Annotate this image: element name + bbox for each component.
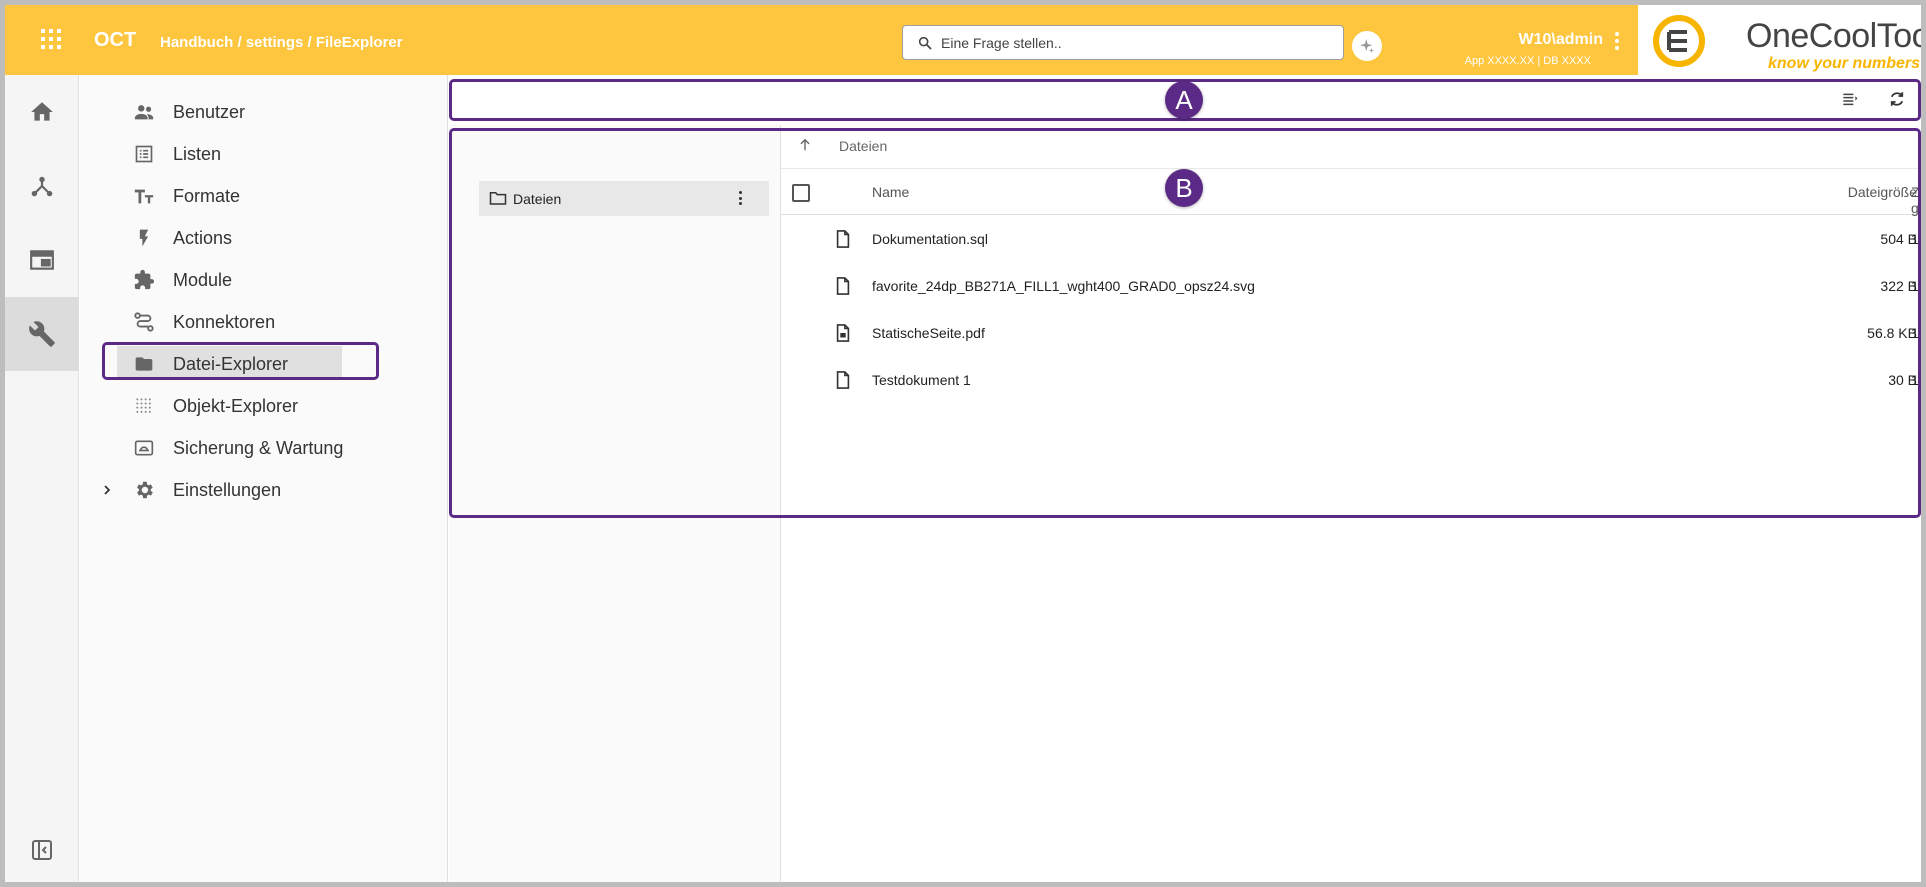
sidebar-item-module[interactable]: Module <box>80 260 448 300</box>
sidebar-item-benutzer[interactable]: Benutzer <box>80 92 448 132</box>
sidebar-item-formate[interactable]: Formate <box>80 176 448 216</box>
marker-a: A <box>1165 81 1203 119</box>
ai-assistant-button[interactable] <box>1352 31 1382 61</box>
apps-grid-icon[interactable] <box>41 29 61 49</box>
bolt-icon <box>132 226 156 250</box>
rail-home[interactable] <box>5 75 79 149</box>
app-window: OCT Handbuch / settings / FileExplorer W… <box>0 0 1926 887</box>
list-icon <box>132 142 156 166</box>
rail-layout[interactable] <box>5 223 79 297</box>
sidebar-item-label: Konnektoren <box>173 311 276 332</box>
search-input[interactable] <box>941 32 1331 54</box>
rail-hierarchy[interactable] <box>5 149 79 223</box>
highlight-datei-explorer <box>102 342 379 380</box>
sidebar-item-sicherung[interactable]: Sicherung & Wartung <box>80 428 448 468</box>
sidebar-item-listen[interactable]: Listen <box>80 134 448 174</box>
user-name[interactable]: W10\admin <box>1519 31 1603 49</box>
panel-collapse-icon <box>32 840 52 860</box>
text-format-icon <box>132 184 156 208</box>
users-icon <box>132 100 156 124</box>
rail-settings[interactable] <box>5 297 79 371</box>
sparkle-icon <box>1360 39 1374 53</box>
wrench-icon <box>29 321 55 347</box>
chevron-right-icon[interactable] <box>99 482 115 498</box>
sidebar-item-label: Module <box>173 269 233 290</box>
logo-tagline: know your numbers <box>1768 55 1921 72</box>
puzzle-icon <box>132 268 156 292</box>
sidebar-item-label: Einstellungen <box>173 479 282 500</box>
sidebar-item-actions[interactable]: Actions <box>80 218 448 258</box>
sidebar-item-objekt-explorer[interactable]: Objekt-Explorer <box>80 386 448 426</box>
sidebar-item-label: Sicherung & Wartung <box>173 437 344 458</box>
sidebar-item-label: Formate <box>173 185 241 206</box>
search-box[interactable] <box>902 25 1344 60</box>
backup-icon <box>132 436 156 460</box>
connector-icon <box>132 310 156 334</box>
sidebar-item-label: Objekt-Explorer <box>173 395 299 416</box>
top-bar: OCT Handbuch / settings / FileExplorer W… <box>5 5 1921 75</box>
dots-grid-icon <box>132 394 156 418</box>
breadcrumb: Handbuch / settings / FileExplorer <box>160 34 403 51</box>
hierarchy-icon <box>31 176 53 197</box>
sidebar-item-label: Benutzer <box>173 101 246 122</box>
version-info: App XXXX.XX | DB XXXX <box>1464 55 1591 67</box>
home-icon <box>31 102 53 121</box>
logo-mark-icon <box>1653 15 1705 67</box>
nav-rail <box>5 75 79 882</box>
sidebar-item-einstellungen[interactable]: Einstellungen <box>80 470 448 510</box>
sidebar-item-label: Actions <box>173 227 233 248</box>
sidebar-item-label: Listen <box>173 143 222 164</box>
logo-text: OneCoolTool <box>1746 17 1926 55</box>
app-name[interactable]: OCT <box>94 29 136 52</box>
search-icon <box>918 36 932 50</box>
settings-sidebar: Benutzer Listen Formate Actions Module K… <box>80 75 448 882</box>
sidebar-item-konnektoren[interactable]: Konnektoren <box>80 302 448 342</box>
layout-icon <box>30 250 54 270</box>
logo: OneCoolTool know your numbers <box>1638 5 1921 75</box>
gear-icon <box>132 478 156 502</box>
more-vert-icon[interactable] <box>1614 32 1620 50</box>
rail-collapse[interactable] <box>5 813 79 882</box>
marker-b: B <box>1165 169 1203 207</box>
